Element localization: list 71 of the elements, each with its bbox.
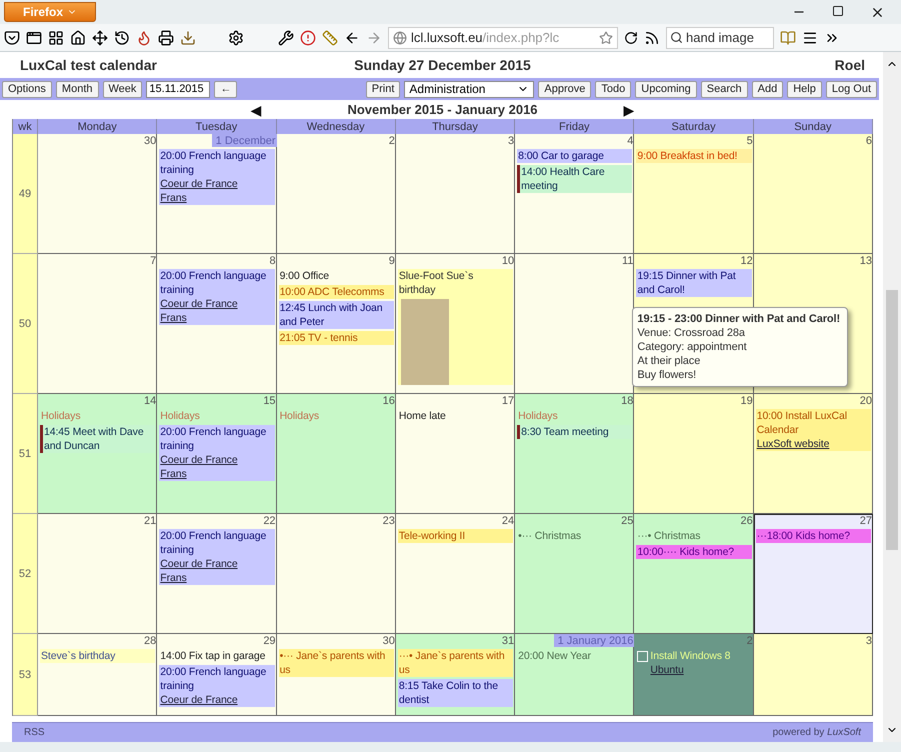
- day-number: 1 January 2016: [554, 634, 634, 647]
- day-number: 8: [268, 254, 277, 267]
- day-number: 17: [500, 394, 516, 407]
- day-number: 2: [388, 134, 396, 147]
- tooltip-line: Category: appointment: [637, 340, 748, 354]
- day-number: 26: [739, 514, 754, 527]
- day-number: 1 December: [212, 134, 277, 147]
- tooltip-line: Buy flowers!: [637, 368, 698, 382]
- day-number: 7: [149, 254, 158, 267]
- week-number: 50: [13, 254, 38, 394]
- day-number: 19: [739, 394, 754, 407]
- column-header: Thursday: [396, 119, 516, 134]
- column-header: Sunday: [754, 119, 873, 134]
- current-date: Sunday 27 December 2015: [354, 57, 531, 73]
- day-number: 11: [621, 254, 634, 267]
- day-number: 20: [858, 394, 873, 407]
- day-number: 23: [382, 514, 396, 527]
- event-text: 19:15 Dinner with Pat and Carol!: [637, 269, 737, 297]
- day-number: 22: [262, 514, 277, 527]
- day-number: 6: [864, 134, 873, 147]
- day-number: 2: [746, 634, 754, 647]
- day-number: 28: [143, 634, 158, 647]
- event-text: 20:00 French language training: [160, 269, 268, 297]
- day-number: 16: [382, 394, 396, 407]
- week-number: 49: [13, 134, 38, 254]
- column-header: Tuesday: [157, 119, 277, 134]
- day-number: 15: [262, 394, 277, 407]
- week-number: 52: [13, 514, 38, 634]
- day-number: 14: [143, 394, 158, 407]
- day-number: 10: [500, 254, 516, 267]
- url-text: lcl.luxsoft.eu/index.php?lc: [411, 30, 560, 45]
- column-header: Friday: [515, 119, 634, 134]
- tooltip-line: Venue: Crossroad 28a: [637, 326, 746, 340]
- event-text: 10:00 Install LuxCal Calendar: [756, 409, 848, 437]
- day-number: 3: [864, 634, 873, 647]
- event-text: Install Windows 8: [650, 649, 730, 663]
- event-text: 20:00 French language training: [160, 665, 268, 693]
- column-header: Wednesday: [276, 119, 396, 134]
- calendar-title: LuxCal test calendar: [20, 57, 157, 73]
- day-number: 21: [143, 514, 158, 527]
- day-number: 12: [739, 254, 754, 267]
- day-number: 13: [858, 254, 873, 267]
- tooltip-line: At their place: [637, 354, 702, 368]
- day-number: 9: [388, 254, 396, 267]
- powered-by-text: powered by LuxSoft: [772, 727, 861, 738]
- week-number: 53: [13, 634, 38, 716]
- event-text: 20:00 French language training: [160, 425, 268, 453]
- event-text: 20:00 French language training: [160, 529, 268, 557]
- day-number: 18: [620, 394, 634, 407]
- day-number: 24: [500, 514, 516, 527]
- week-number: 51: [13, 394, 38, 514]
- event-text: Slue-Foot Sue`s birthday: [398, 269, 474, 297]
- column-header: Monday: [38, 119, 158, 134]
- event-text: 20:00 French language training: [160, 149, 268, 177]
- tooltip-title: 19:15 - 23:00 Dinner with Pat and Carol!: [637, 312, 842, 326]
- day-number: 30: [382, 634, 396, 647]
- day-number: 5: [746, 134, 754, 147]
- day-number: 31: [500, 634, 516, 647]
- date-range-title: November 2015 - January 2016: [347, 102, 538, 117]
- day-number: 27: [858, 514, 873, 527]
- day-number: 4: [626, 134, 634, 147]
- column-header: wk: [13, 119, 38, 134]
- event-text: 14:00 Health Care meeting: [521, 165, 606, 193]
- day-number: 30: [143, 134, 158, 147]
- event-text: 8:30 Team meeting: [521, 425, 610, 439]
- day-number: 25: [620, 514, 634, 527]
- search-text: hand image: [686, 30, 754, 45]
- column-header: Saturday: [634, 119, 754, 134]
- day-number: 29: [262, 634, 277, 647]
- user-name: Roel: [834, 57, 865, 73]
- day-number: 3: [507, 134, 516, 147]
